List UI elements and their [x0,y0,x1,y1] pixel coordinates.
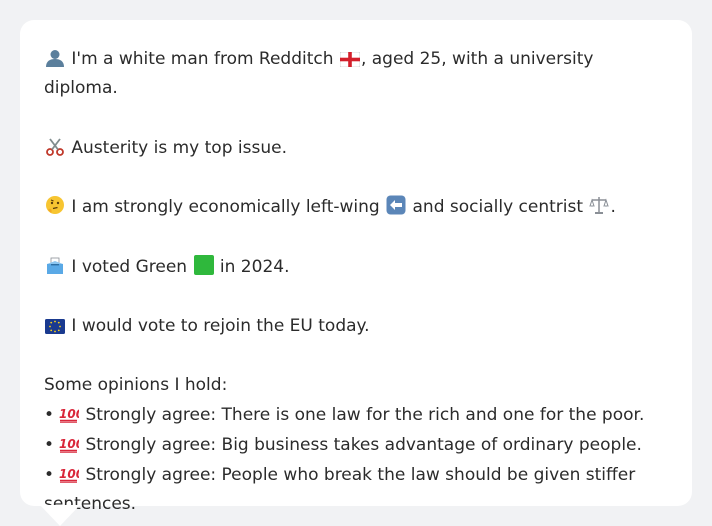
top-issue-text: Austerity is my top issue. [71,137,287,158]
eu-line: I would vote to rejoin the EU today. [44,311,668,341]
bullet: • [44,464,55,485]
hundred-points-icon: 100 [58,400,84,429]
ideology-text-economic: I am strongly economically left-wing [71,197,380,217]
thinking-face-icon [44,192,66,221]
profile-card: I'm a white man from Redditch , aged 25,… [20,20,692,514]
identity-text: I'm a white man from Redditch [71,49,334,69]
opinion-item: • 100 Strongly agree: People who break t… [44,460,668,519]
vote-text-tail: in 2024. [219,256,290,277]
svg-text:100: 100 [59,467,79,481]
vote-text: I voted Green [71,256,188,277]
opinion-text: Strongly agree: People who break the law… [44,464,636,514]
balance-scale-icon [588,192,610,221]
ideology-text-end: . [610,197,616,217]
svg-text:100: 100 [59,407,79,421]
opinion-item: • 100 Strongly agree: There is one law f… [44,400,668,430]
svg-text:100: 100 [59,437,79,451]
opinion-text: Strongly agree: There is one law for the… [85,404,645,425]
england-flag-icon [339,44,361,73]
bullet: • [44,404,55,425]
eu-text: I would vote to rejoin the EU today. [71,316,370,336]
opinion-text: Strongly agree: Big business takes advan… [85,434,642,455]
speech-bubble-tail [40,505,80,526]
hundred-points-icon: 100 [58,460,84,489]
top-issue-line: Austerity is my top issue. [44,133,668,163]
left-arrow-icon [385,192,407,221]
ideology-line: I am strongly economically left-wing and… [44,192,668,222]
opinions-heading: Some opinions I hold: [44,374,228,395]
identity-line: I'm a white man from Redditch , aged 25,… [44,44,668,103]
ideology-text-social: and socially centrist [412,197,584,217]
opinion-item: • 100 Strongly agree: Big business takes… [44,430,668,460]
bullet: • [44,434,55,455]
green-square-icon [193,252,215,281]
hundred-points-icon: 100 [58,430,84,459]
ballot-box-icon [44,252,66,281]
scissors-icon [44,133,66,162]
eu-flag-icon [44,311,66,340]
person-silhouette-icon [44,44,66,73]
vote-2024-line: I voted Green in 2024. [44,252,668,282]
